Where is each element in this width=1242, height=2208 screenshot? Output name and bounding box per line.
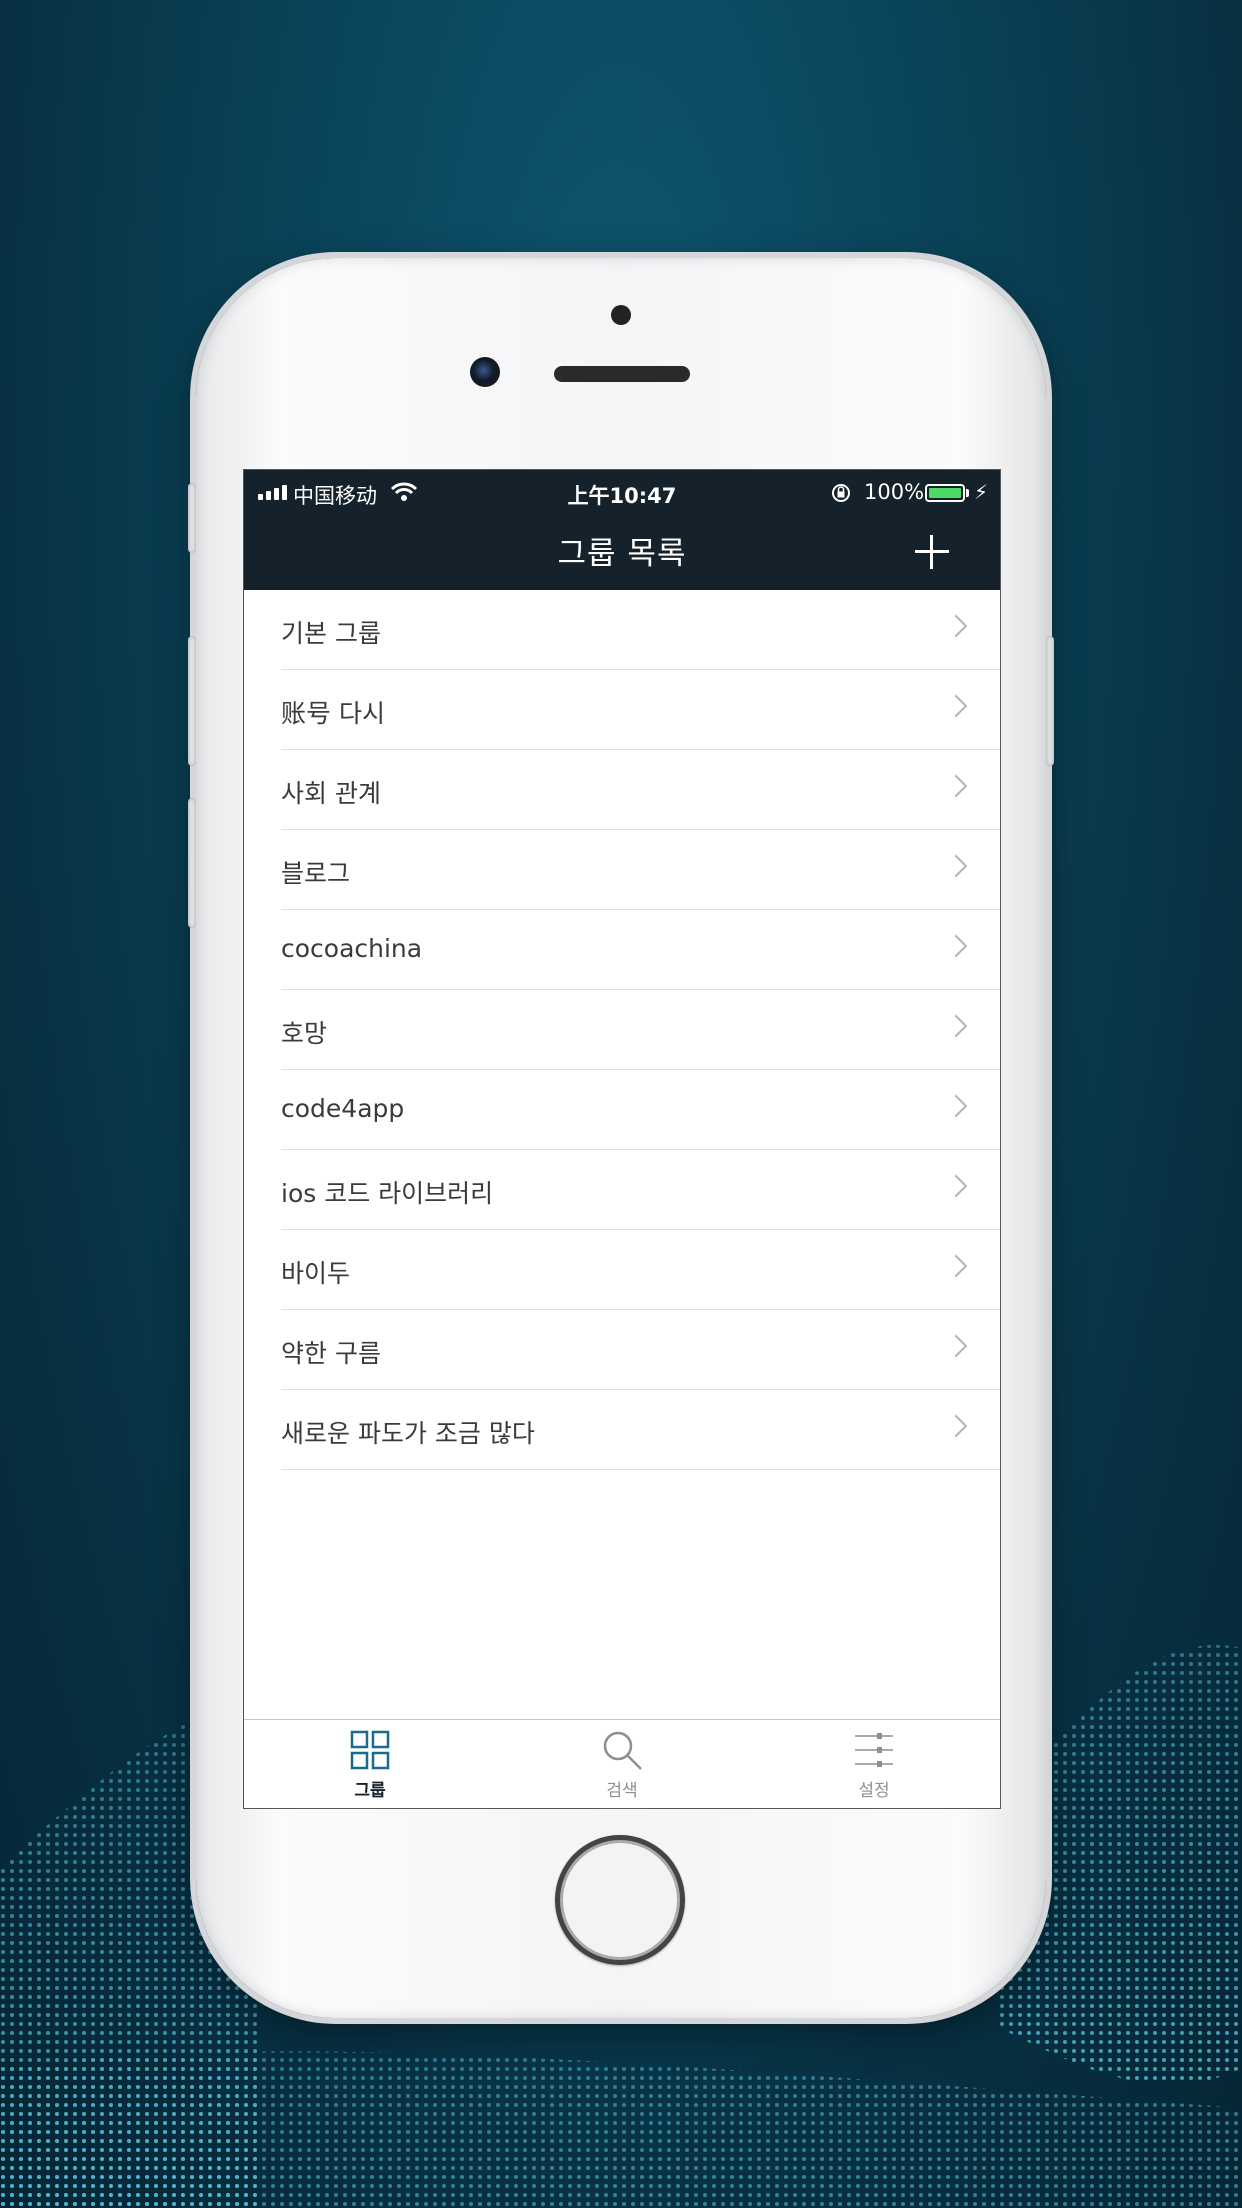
group-list: 기본 그룹 账号 다시사회 관계블로그 cocoachina 호망 code4app io… [244,590,1000,1470]
sliders-icon [855,1733,893,1767]
list-item-label: 블로그 [281,859,351,888]
list-item-label: code4app [281,1094,405,1123]
list-item[interactable]: cocoachina [281,910,1000,990]
volume-up-button [188,636,196,766]
tab-group-label: 그룹 [354,1781,386,1801]
app-screen: 中国移动 上午10:47 100% ⚡ 그룹 목록 기본 그룹 账号 다시사회 관… [243,469,1001,1809]
charging-icon: ⚡ [974,480,989,504]
list-item-label: 기본 그룹 [281,619,381,648]
mute-switch [188,483,196,553]
power-button [1046,636,1054,766]
chevron-right-icon [944,1414,968,1438]
list-item[interactable]: 약한 구름 [281,1310,1000,1390]
chevron-right-icon [944,1174,968,1198]
home-button[interactable] [555,1835,685,1965]
rotation-lock-icon [832,484,850,502]
list-item-label: 账号 다시 [281,699,385,728]
list-item[interactable]: 账号 다시 [281,670,1000,750]
page-title: 그룹 목록 [557,536,687,572]
battery-percent: 100% [864,480,925,504]
add-group-button[interactable] [912,532,952,572]
list-item[interactable]: ios 코드 라이브러리 [281,1150,1000,1230]
navigation-bar: 中国移动 上午10:47 100% ⚡ 그룹 목록 [244,470,1000,590]
chevron-right-icon [944,694,968,718]
list-item[interactable]: 사회 관계 [281,750,1000,830]
list-item-label: ios 코드 라이브러리 [281,1179,494,1208]
chevron-right-icon [944,934,968,958]
battery-icon [925,484,965,502]
proximity-sensor [611,305,631,325]
list-item-label: 새로운 파도가 조금 많다 [281,1419,535,1448]
status-bar: 中国移动 上午10:47 100% ⚡ [244,470,1000,518]
list-item-label: cocoachina [281,934,423,963]
grid-icon [350,1730,390,1770]
chevron-right-icon [944,1254,968,1278]
list-item[interactable]: 기본 그룹 [281,590,1000,670]
chevron-right-icon [944,1334,968,1358]
tab-group[interactable]: 그룹 [244,1720,496,1808]
front-camera [470,357,500,387]
volume-down-button [188,798,196,928]
chevron-right-icon [944,614,968,638]
earpiece-speaker [554,366,690,382]
list-item[interactable]: 바이두 [281,1230,1000,1310]
tab-bar: 그룹 검색 설정 [244,1719,1000,1808]
chevron-right-icon [944,1094,968,1118]
list-item-label: 약한 구름 [281,1339,381,1368]
chevron-right-icon [944,854,968,878]
tab-settings-label: 설정 [858,1781,890,1801]
search-icon [603,1731,642,1770]
list-item-label: 바이두 [281,1259,351,1288]
list-item[interactable]: code4app [281,1070,1000,1150]
tab-settings[interactable]: 설정 [748,1720,1000,1808]
list-item[interactable]: 호망 [281,990,1000,1070]
list-item[interactable]: 블로그 [281,830,1000,910]
tab-search[interactable]: 검색 [496,1720,748,1808]
chevron-right-icon [944,1014,968,1038]
list-item[interactable]: 새로운 파도가 조금 많다 [281,1390,1000,1470]
tab-search-label: 검색 [606,1781,638,1801]
chevron-right-icon [944,774,968,798]
list-item-label: 호망 [281,1019,328,1048]
list-item-label: 사회 관계 [281,779,381,808]
battery-cap [966,489,969,497]
